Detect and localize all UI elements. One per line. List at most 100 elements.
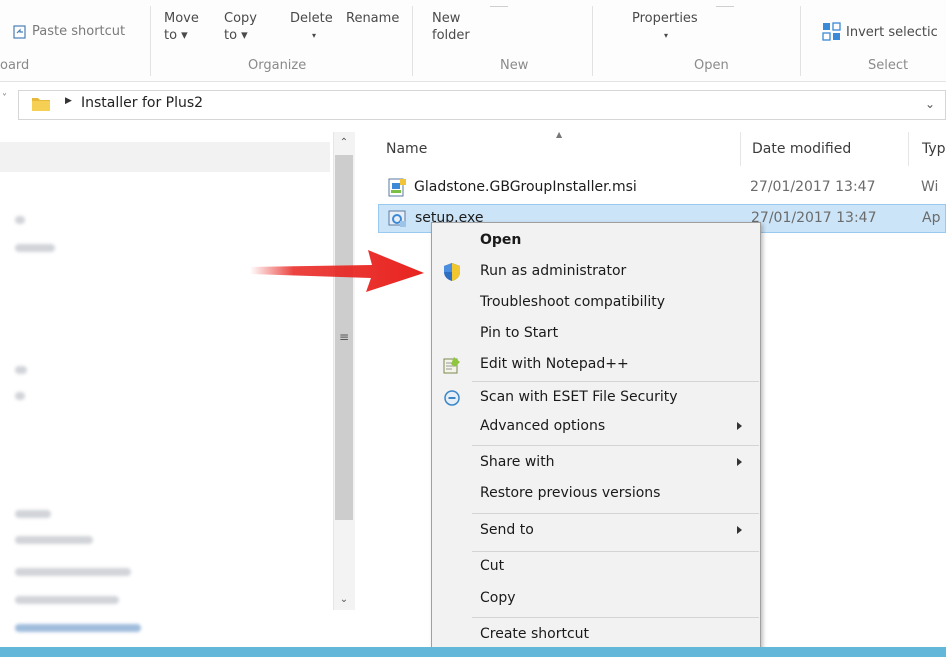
breadcrumb-chevron-icon[interactable]: ▶: [65, 96, 72, 106]
column-divider[interactable]: [908, 132, 909, 166]
column-header-type[interactable]: Typ: [922, 132, 946, 166]
menu-item-open[interactable]: Open: [432, 226, 760, 257]
file-row[interactable]: Gladstone.GBGroupInstaller.msi 27/01/201…: [378, 174, 946, 203]
column-header-name[interactable]: Name: [386, 132, 427, 166]
menu-item-label: Copy: [480, 590, 516, 606]
menu-item-advanced-options[interactable]: Advanced options: [432, 412, 760, 443]
menu-item-label: Cut: [480, 558, 505, 574]
eset-icon: [444, 390, 460, 406]
address-bar: ˅ ▶ Installer for Plus2 ⌄: [0, 86, 946, 124]
scroll-up-icon[interactable]: ⌃: [333, 133, 355, 153]
nav-item-blurred[interactable]: [15, 366, 27, 374]
invert-selection-icon: [822, 22, 841, 41]
paste-shortcut-button[interactable]: Paste shortcut: [32, 23, 125, 40]
red-pointer-arrow-icon: [250, 250, 424, 292]
context-menu: Open Run as administrator Troubleshoot c…: [431, 222, 761, 657]
address-dropdown-icon[interactable]: ⌄: [925, 97, 935, 111]
setup-exe-icon: [388, 210, 406, 227]
organize-group-label: Organize: [248, 58, 307, 73]
clipboard-group-label: oard: [0, 58, 30, 73]
file-date: 27/01/2017 13:47: [751, 210, 877, 226]
copy-to-arrow: to ▾: [224, 28, 248, 43]
new-group-label: New: [500, 58, 529, 73]
nav-item-blurred[interactable]: [15, 216, 25, 224]
move-to-label: Move: [164, 11, 199, 26]
status-blurred: [15, 624, 141, 632]
open-dropdown[interactable]: [716, 6, 734, 12]
menu-item-label: Pin to Start: [480, 325, 559, 341]
rename-button[interactable]: Rename: [346, 10, 399, 27]
nav-item-blurred[interactable]: [15, 392, 25, 400]
copy-to-button[interactable]: Copy to ▾: [224, 10, 257, 44]
nav-item-blurred[interactable]: [15, 568, 131, 576]
address-field[interactable]: ▶ Installer for Plus2 ⌄: [18, 90, 946, 120]
menu-item-pin-to-start[interactable]: Pin to Start: [432, 319, 760, 350]
menu-item-label: Create shortcut: [480, 626, 590, 642]
menu-item-label: Share with: [480, 454, 555, 470]
invert-selection-button[interactable]: Invert selectic: [846, 24, 938, 41]
scroll-grip-icon: ≡: [338, 330, 350, 344]
move-to-arrow: to ▾: [164, 28, 188, 43]
nav-item-blurred[interactable]: [15, 536, 93, 544]
address-history-chevron-icon[interactable]: ˅: [2, 93, 7, 104]
navigation-header: [0, 142, 330, 172]
menu-item-edit-with-notepad[interactable]: Edit with Notepad++: [432, 350, 760, 381]
ribbon-divider: [800, 6, 801, 76]
submenu-arrow-icon: [737, 526, 742, 534]
delete-dropdown-arrow: ▾: [312, 31, 317, 40]
menu-item-label: Run as administrator: [480, 263, 627, 279]
column-divider[interactable]: [740, 132, 741, 166]
menu-item-label: Advanced options: [480, 418, 606, 434]
delete-button[interactable]: Delete ▾: [290, 10, 333, 44]
msi-installer-icon: [388, 178, 406, 197]
ribbon-divider: [592, 6, 593, 76]
menu-item-label: Open: [480, 232, 522, 248]
folder-icon: [32, 98, 50, 111]
menu-item-restore-previous-versions[interactable]: Restore previous versions: [432, 479, 760, 510]
menu-separator: [472, 617, 759, 618]
breadcrumb-current-folder[interactable]: Installer for Plus2: [81, 95, 203, 111]
menu-item-cut[interactable]: Cut: [432, 552, 760, 583]
nav-item-blurred[interactable]: [15, 244, 55, 252]
file-name: Gladstone.GBGroupInstaller.msi: [414, 179, 637, 195]
menu-item-scan-with-eset[interactable]: Scan with ESET File Security: [432, 383, 760, 414]
properties-dropdown-arrow: ▾: [664, 31, 669, 40]
menu-item-label: Restore previous versions: [480, 485, 661, 501]
menu-item-run-as-administrator[interactable]: Run as administrator: [432, 257, 760, 288]
file-date: 27/01/2017 13:47: [750, 179, 876, 195]
nav-item-blurred[interactable]: [15, 510, 51, 518]
file-type: Ap: [922, 210, 941, 226]
ribbon-divider: [412, 6, 413, 76]
move-to-button[interactable]: Move to ▾: [164, 10, 199, 44]
sort-ascending-icon: ▲: [556, 130, 563, 139]
menu-item-copy[interactable]: Copy: [432, 584, 760, 615]
nav-item-blurred[interactable]: [15, 596, 119, 604]
scroll-down-icon[interactable]: ⌄: [333, 590, 355, 610]
menu-item-label: Send to: [480, 522, 534, 538]
open-group-label: Open: [694, 58, 729, 73]
new-folder-label-line2: folder: [432, 28, 470, 43]
new-folder-button[interactable]: New folder: [432, 10, 470, 44]
menu-separator: [472, 513, 759, 514]
delete-label: Delete: [290, 11, 333, 26]
new-item-dropdown[interactable]: [490, 6, 508, 12]
paste-shortcut-icon: [13, 25, 26, 39]
new-folder-label-line1: New: [432, 11, 461, 26]
menu-separator: [472, 381, 759, 382]
ribbon: Paste shortcut oard Move to ▾ Copy to ▾ …: [0, 0, 946, 82]
select-group-label: Select: [868, 58, 909, 73]
column-header-date-modified[interactable]: Date modified: [752, 132, 851, 166]
submenu-arrow-icon: [737, 422, 742, 430]
ribbon-divider: [150, 6, 151, 76]
uac-shield-icon: [444, 263, 460, 281]
menu-item-send-to[interactable]: Send to: [432, 516, 760, 547]
menu-item-share-with[interactable]: Share with: [432, 448, 760, 479]
file-type: Wi: [921, 179, 939, 195]
submenu-arrow-icon: [737, 458, 742, 466]
taskbar-strip: [0, 647, 946, 657]
notepad-plus-plus-icon: [443, 357, 460, 374]
properties-button[interactable]: Properties ▾: [632, 10, 698, 44]
menu-item-label: Scan with ESET File Security: [480, 389, 678, 405]
menu-item-label: Troubleshoot compatibility: [480, 294, 666, 310]
menu-item-troubleshoot-compatibility[interactable]: Troubleshoot compatibility: [432, 288, 760, 319]
